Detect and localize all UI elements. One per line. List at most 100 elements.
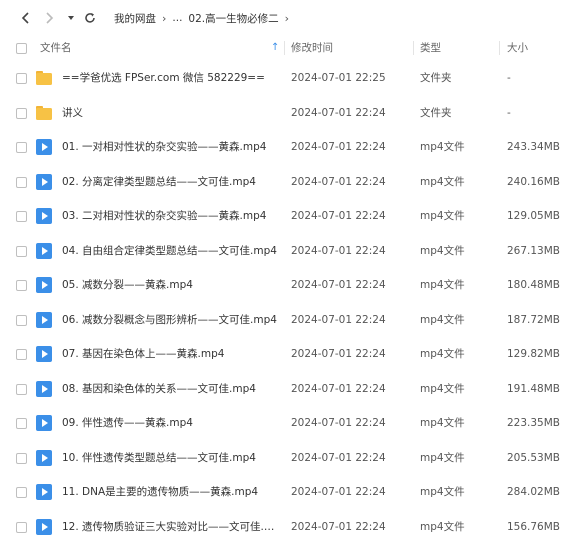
file-row[interactable]: 03. 二对相对性状的杂交实验——黄森.mp4 2024-07-01 22:24 m… bbox=[0, 199, 585, 234]
column-name-header[interactable]: 文件名 bbox=[40, 36, 72, 60]
file-size: 223.35MB bbox=[507, 417, 561, 429]
breadcrumb-separator-icon: › bbox=[284, 11, 290, 25]
file-row[interactable]: 12. 遗传物质验证三大实验对比——文可佳.m... 2024-07-01 22:… bbox=[0, 510, 585, 545]
file-type: mp4文件 bbox=[420, 382, 465, 395]
file-name[interactable]: 11. DNA是主要的遗传物质——黄森.mp4 bbox=[62, 475, 258, 510]
row-checkbox[interactable] bbox=[16, 73, 27, 84]
file-name[interactable]: 03. 二对相对性状的杂交实验——黄森.mp4 bbox=[62, 199, 266, 234]
file-size: 129.82MB bbox=[507, 348, 561, 360]
navigation-bar: 我的网盘 › ... 02.高一生物必修二 › bbox=[0, 0, 585, 36]
file-modified-time: 2024-07-01 22:24 bbox=[291, 451, 386, 464]
file-name[interactable]: 07. 基因在染色体上——黄森.mp4 bbox=[62, 337, 224, 372]
select-all-checkbox[interactable] bbox=[16, 43, 27, 54]
row-checkbox[interactable] bbox=[16, 176, 27, 188]
file-name[interactable]: 06. 减数分裂概念与图形辨析——文可佳.mp4 bbox=[62, 303, 277, 338]
file-size: 187.72MB bbox=[507, 313, 561, 326]
video-file-icon bbox=[36, 139, 52, 155]
file-name[interactable]: 04. 自由组合定律类型题总结——文可佳.mp4 bbox=[62, 234, 277, 269]
file-row[interactable]: 04. 自由组合定律类型题总结——文可佳.mp4 2024-07-01 22:24… bbox=[0, 234, 585, 269]
column-divider bbox=[499, 41, 500, 55]
file-name[interactable]: 讲义 bbox=[62, 96, 83, 131]
file-modified-time: 2024-07-01 22:24 bbox=[291, 141, 386, 153]
row-checkbox[interactable] bbox=[16, 418, 27, 429]
file-size: 191.48MB bbox=[507, 382, 561, 395]
file-row[interactable]: 08. 基因和染色体的关系——文可佳.mp4 2024-07-01 22:24 mp… bbox=[0, 372, 585, 407]
file-name[interactable]: 05. 减数分裂——黄森.mp4 bbox=[62, 268, 193, 303]
column-size-header[interactable]: 大小 bbox=[507, 36, 528, 60]
file-modified-time: 2024-07-01 22:24 bbox=[291, 210, 386, 222]
video-file-icon bbox=[36, 277, 52, 293]
file-row[interactable]: ==学爸优选 FPSer.com 微信 582229== 2024-07-01 2… bbox=[0, 61, 585, 96]
file-size: 243.34MB bbox=[507, 141, 561, 153]
file-modified-time: 2024-07-01 22:24 bbox=[291, 382, 386, 395]
video-file-icon bbox=[36, 311, 52, 328]
folder-icon bbox=[36, 71, 52, 87]
row-checkbox[interactable] bbox=[16, 314, 27, 326]
column-header: 文件名 ↑ 修改时间 类型 大小 bbox=[0, 36, 585, 60]
chevron-right-icon[interactable] bbox=[41, 10, 57, 26]
breadcrumb-item-ellipsis[interactable]: ... bbox=[172, 12, 182, 24]
folder-icon bbox=[36, 105, 52, 122]
video-file-icon bbox=[36, 208, 52, 224]
refresh-icon[interactable] bbox=[82, 10, 98, 26]
file-modified-time: 2024-07-01 22:25 bbox=[291, 72, 386, 84]
breadcrumb-item-current[interactable]: 02.高一生物必修二 bbox=[188, 11, 278, 26]
row-checkbox[interactable] bbox=[16, 349, 27, 360]
file-name[interactable]: ==学爸优选 FPSer.com 微信 582229== bbox=[62, 61, 265, 96]
file-size: 284.02MB bbox=[507, 486, 561, 498]
video-file-icon bbox=[36, 449, 52, 466]
file-type: mp4文件 bbox=[420, 141, 465, 153]
row-checkbox[interactable] bbox=[16, 245, 27, 257]
file-row[interactable]: 11. DNA是主要的遗传物质——黄森.mp4 2024-07-01 22:24 m… bbox=[0, 475, 585, 510]
file-modified-time: 2024-07-01 22:24 bbox=[291, 313, 386, 326]
video-file-icon bbox=[36, 415, 52, 431]
file-size: 205.53MB bbox=[507, 451, 561, 464]
file-row[interactable]: 09. 伴性遗传——黄森.mp4 2024-07-01 22:24 mp4文件 223… bbox=[0, 406, 585, 441]
file-type: mp4文件 bbox=[420, 486, 465, 498]
file-row[interactable]: 01. 一对相对性状的杂交实验——黄森.mp4 2024-07-01 22:24 m… bbox=[0, 130, 585, 165]
file-name[interactable]: 09. 伴性遗传——黄森.mp4 bbox=[62, 406, 193, 441]
row-checkbox[interactable] bbox=[16, 487, 27, 498]
file-size: 129.05MB bbox=[507, 210, 561, 222]
file-type: mp4文件 bbox=[420, 279, 465, 291]
file-size: - bbox=[507, 106, 511, 119]
video-file-icon bbox=[36, 518, 52, 535]
file-type: mp4文件 bbox=[420, 244, 465, 257]
row-checkbox[interactable] bbox=[16, 383, 27, 395]
file-modified-time: 2024-07-01 22:24 bbox=[291, 106, 386, 119]
file-name[interactable]: 10. 伴性遗传类型题总结——文可佳.mp4 bbox=[62, 441, 256, 476]
column-modified-header[interactable]: 修改时间 bbox=[291, 36, 333, 60]
breadcrumb-item-root[interactable]: 我的网盘 bbox=[114, 11, 156, 26]
column-divider bbox=[413, 41, 414, 55]
file-name[interactable]: 08. 基因和染色体的关系——文可佳.mp4 bbox=[62, 372, 256, 407]
file-name[interactable]: 01. 一对相对性状的杂交实验——黄森.mp4 bbox=[62, 130, 266, 165]
row-checkbox[interactable] bbox=[16, 211, 27, 222]
file-row[interactable]: 讲义 2024-07-01 22:24 文件夹 - bbox=[0, 96, 585, 131]
sort-ascending-icon[interactable]: ↑ bbox=[271, 36, 279, 60]
row-checkbox[interactable] bbox=[16, 452, 27, 464]
file-modified-time: 2024-07-01 22:24 bbox=[291, 486, 386, 498]
column-type-header[interactable]: 类型 bbox=[420, 36, 441, 60]
chevron-left-icon[interactable] bbox=[18, 10, 34, 26]
file-row[interactable]: 07. 基因在染色体上——黄森.mp4 2024-07-01 22:24 mp4文件… bbox=[0, 337, 585, 372]
file-type: mp4文件 bbox=[420, 175, 465, 188]
file-type: mp4文件 bbox=[420, 520, 465, 533]
row-checkbox[interactable] bbox=[16, 521, 27, 533]
file-name[interactable]: 12. 遗传物质验证三大实验对比——文可佳.m... bbox=[62, 510, 282, 545]
file-name[interactable]: 02. 分离定律类型题总结——文可佳.mp4 bbox=[62, 165, 256, 200]
row-checkbox[interactable] bbox=[16, 142, 27, 153]
file-row[interactable]: 02. 分离定律类型题总结——文可佳.mp4 2024-07-01 22:24 mp… bbox=[0, 165, 585, 200]
file-size: 180.48MB bbox=[507, 279, 561, 291]
file-type: mp4文件 bbox=[420, 313, 465, 326]
file-row[interactable]: 10. 伴性遗传类型题总结——文可佳.mp4 2024-07-01 22:24 mp… bbox=[0, 441, 585, 476]
column-divider bbox=[284, 41, 285, 55]
file-row[interactable]: 05. 减数分裂——黄森.mp4 2024-07-01 22:24 mp4文件 180… bbox=[0, 268, 585, 303]
caret-down-icon[interactable] bbox=[63, 10, 79, 26]
row-checkbox[interactable] bbox=[16, 107, 27, 119]
video-file-icon bbox=[36, 484, 52, 500]
video-file-icon bbox=[36, 242, 52, 259]
file-modified-time: 2024-07-01 22:24 bbox=[291, 175, 386, 188]
breadcrumb-separator-icon: › bbox=[162, 11, 167, 25]
file-row[interactable]: 06. 减数分裂概念与图形辨析——文可佳.mp4 2024-07-01 22:24… bbox=[0, 303, 585, 338]
row-checkbox[interactable] bbox=[16, 280, 27, 291]
